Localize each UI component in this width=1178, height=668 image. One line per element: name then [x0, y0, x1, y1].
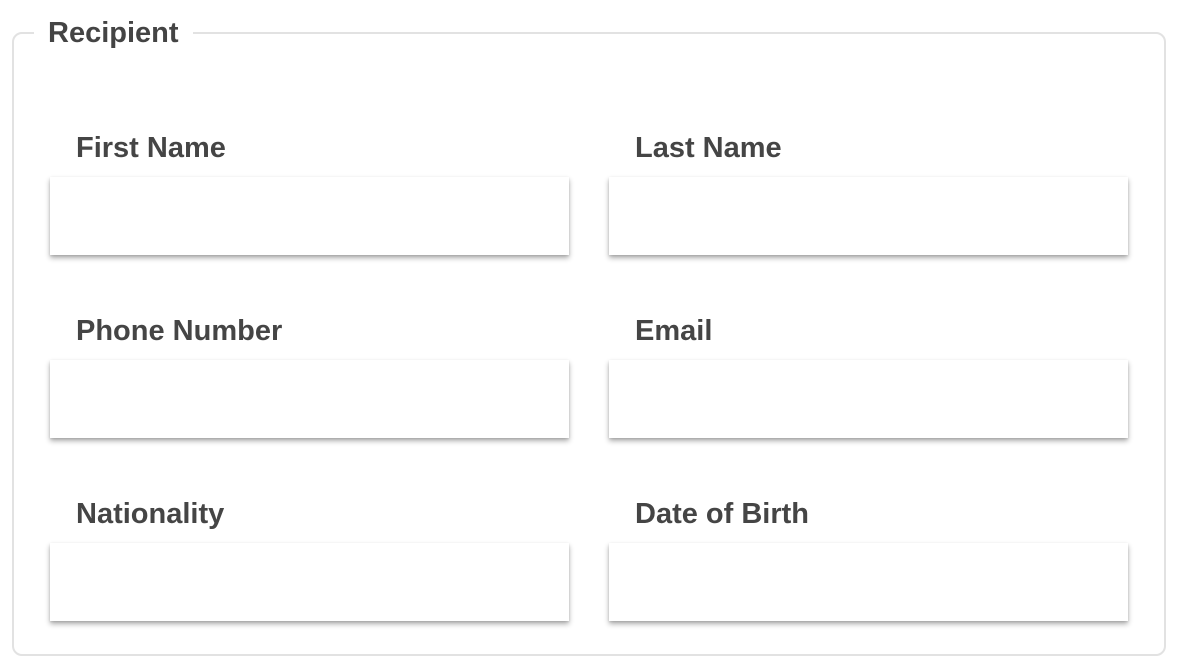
date-of-birth-field: Date of Birth	[609, 497, 1128, 621]
email-label: Email	[635, 315, 713, 347]
last-name-label: Last Name	[635, 132, 782, 164]
phone-number-field: Phone Number	[50, 314, 569, 438]
first-name-label: First Name	[76, 132, 226, 164]
first-name-field: First Name	[50, 131, 569, 255]
nationality-field: Nationality	[50, 497, 569, 621]
phone-number-label: Phone Number	[76, 315, 283, 347]
recipient-legend: Recipient	[34, 14, 193, 52]
last-name-input[interactable]	[609, 177, 1128, 255]
phone-number-input[interactable]	[50, 360, 569, 438]
email-field: Email	[609, 314, 1128, 438]
date-of-birth-input[interactable]	[609, 543, 1128, 621]
last-name-field: Last Name	[609, 131, 1128, 255]
email-input[interactable]	[609, 360, 1128, 438]
date-of-birth-label: Date of Birth	[635, 498, 809, 530]
nationality-input[interactable]	[50, 543, 569, 621]
first-name-input[interactable]	[50, 177, 569, 255]
nationality-label: Nationality	[76, 498, 225, 530]
